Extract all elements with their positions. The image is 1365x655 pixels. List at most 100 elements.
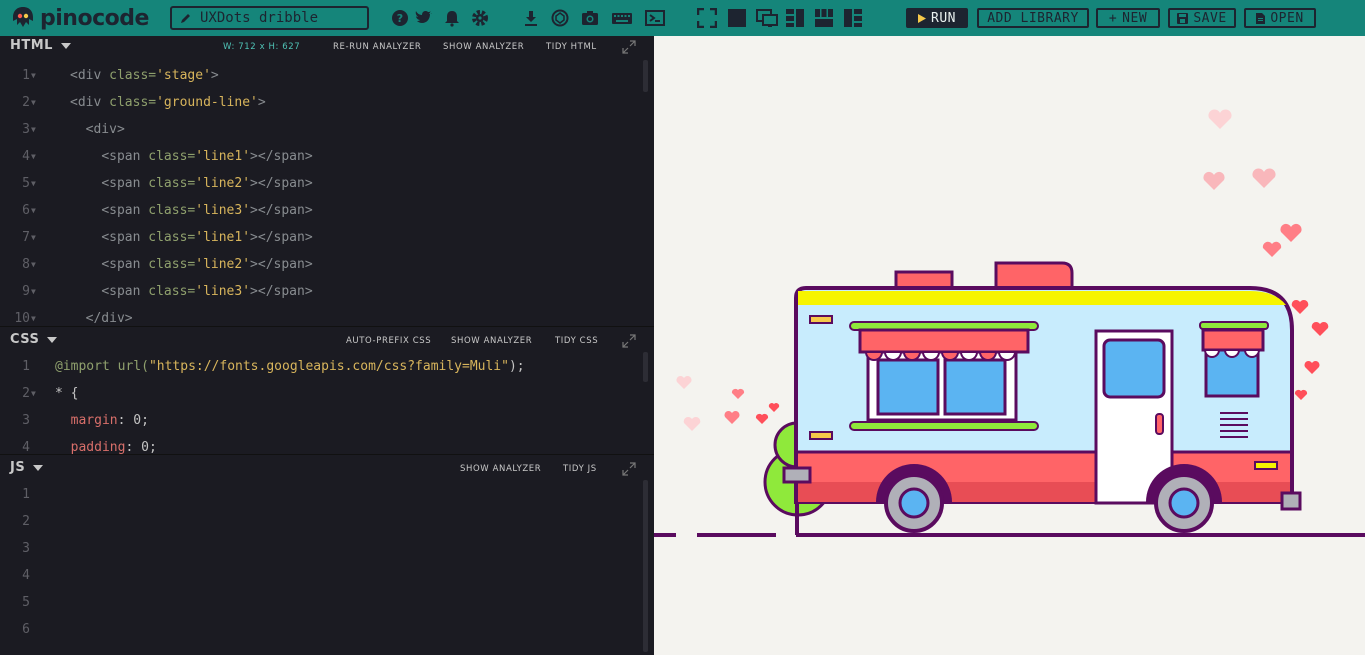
terminal-icon[interactable]: [645, 9, 665, 27]
html-attribute: class=: [109, 68, 157, 83]
layout-grid-icon[interactable]: [814, 9, 834, 27]
js-show-analyzer-button[interactable]: SHOW ANALYZER: [460, 464, 541, 474]
run-button[interactable]: RUN: [906, 8, 968, 28]
html-tag: <span: [101, 176, 149, 191]
add-library-button[interactable]: ADD LIBRARY: [977, 8, 1089, 28]
js-editor[interactable]: 1 2 3 4 5 6: [0, 480, 654, 655]
fold-icon: ▼: [31, 287, 36, 296]
keyboard-icon[interactable]: [611, 9, 633, 27]
css-property: padding: [55, 440, 126, 454]
code-line: 8 ▼ <span class='line2'></span>: [0, 251, 640, 278]
tidy-css-button[interactable]: TIDY CSS: [555, 336, 598, 346]
line-number: 1: [22, 487, 30, 502]
html-tag: <span: [101, 149, 149, 164]
camera-icon[interactable]: [581, 9, 599, 27]
fullscreen-icon[interactable]: [697, 8, 717, 28]
html-editor[interactable]: 1 ▼ <div class='stage'> 2 ▼ <div class='groun…: [0, 58, 654, 326]
pinocode-logo-icon: [13, 7, 33, 27]
css-property: margin: [55, 413, 118, 428]
line-number: 4: [22, 149, 30, 164]
panel-divider[interactable]: [0, 326, 654, 327]
line-number: 2: [22, 514, 30, 529]
html-panel-header: HTML W: 712 x H: 627 RE-RUN ANALYZER SHO…: [0, 36, 654, 58]
code-text: * {: [55, 380, 78, 407]
html-attribute-value: 'line2': [195, 257, 251, 272]
expand-icon[interactable]: [622, 334, 636, 348]
html-attribute: class=: [148, 257, 196, 272]
tidy-html-button[interactable]: TIDY HTML: [546, 42, 597, 52]
line-number: 5: [22, 595, 30, 610]
logo[interactable]: pinocode: [10, 4, 149, 32]
rerun-analyzer-button[interactable]: RE-RUN ANALYZER: [333, 42, 421, 52]
css-editor[interactable]: 1 @import url("https://fonts.googleapis.c…: [0, 352, 654, 454]
html-tag: ></span>: [250, 230, 313, 245]
css-show-analyzer-button[interactable]: SHOW ANALYZER: [451, 336, 532, 346]
html-attribute-value: 'line3': [195, 203, 251, 218]
expand-icon[interactable]: [622, 462, 636, 476]
css-punctuation: :: [125, 440, 142, 454]
html-scrollbar[interactable]: [643, 60, 648, 92]
layout-left-icon[interactable]: [785, 9, 805, 27]
css-scrollbar[interactable]: [643, 352, 648, 382]
code-text: <div class='stage'>: [70, 62, 219, 89]
autoprefix-css-button[interactable]: AUTO-PREFIX CSS: [346, 336, 431, 346]
line-number: 2: [22, 386, 30, 401]
code-line: 2 ▼ <div class='ground-line'>: [0, 89, 640, 116]
download-icon[interactable]: [522, 9, 540, 27]
open-button[interactable]: OPEN: [1244, 8, 1316, 28]
js-scrollbar[interactable]: [643, 480, 648, 652]
save-button[interactable]: SAVE: [1168, 8, 1236, 28]
code-line: 1 ▼ <div class='stage'>: [0, 62, 640, 89]
new-button[interactable]: + NEW: [1096, 8, 1160, 28]
html-attribute: class=: [148, 149, 196, 164]
layout-right-icon[interactable]: [843, 9, 863, 27]
code-line: 4: [0, 562, 640, 589]
fold-icon: ▼: [31, 179, 36, 188]
fold-icon: ▼: [31, 71, 36, 80]
css-at-rule: @import: [55, 359, 118, 374]
js-panel-title[interactable]: JS: [10, 460, 44, 475]
help-icon[interactable]: ?: [391, 9, 409, 27]
html-attribute-value: 'line2': [195, 176, 251, 191]
layout-preview-icon[interactable]: [756, 9, 778, 27]
code-line: 7 ▼ <span class='line1'></span>: [0, 224, 640, 251]
expand-icon[interactable]: [622, 40, 636, 54]
css-panel-title[interactable]: CSS: [10, 332, 58, 347]
fold-icon: ▼: [31, 125, 36, 134]
line-number: 8: [22, 257, 30, 272]
code-text: margin: 0;: [55, 407, 149, 434]
html-tag: <span: [101, 257, 149, 272]
html-attribute: class=: [148, 284, 196, 299]
preview-pane[interactable]: [654, 36, 1365, 655]
top-toolbar: pinocode UXDots dribble ? RUN ADD LIBRAR…: [0, 0, 1365, 36]
twitter-icon[interactable]: [415, 9, 433, 27]
html-tag: ></span>: [250, 149, 313, 164]
tidy-js-button[interactable]: TIDY JS: [563, 464, 597, 474]
code-text: <div>: [70, 116, 125, 143]
html-show-analyzer-button[interactable]: SHOW ANALYZER: [443, 42, 524, 52]
css-punctuation: ;: [141, 413, 149, 428]
html-tag: ></span>: [250, 176, 313, 191]
html-panel-title[interactable]: HTML: [10, 38, 71, 53]
bell-icon[interactable]: [443, 9, 461, 27]
code-line: 2: [0, 508, 640, 535]
pencil-icon: [181, 14, 190, 23]
js-panel-header: JS SHOW ANALYZER TIDY JS: [0, 458, 654, 480]
code-text: padding: 0;: [55, 434, 157, 454]
html-attribute-value: 'line3': [195, 284, 251, 299]
panel-divider[interactable]: [0, 454, 654, 455]
gear-icon[interactable]: [471, 9, 489, 27]
project-title-field[interactable]: UXDots dribble: [170, 6, 369, 30]
line-number: 6: [22, 203, 30, 218]
codepen-icon[interactable]: [551, 9, 569, 27]
html-tag: >: [210, 68, 219, 83]
plus-icon: +: [1108, 10, 1118, 26]
chevron-down-icon: [60, 42, 71, 49]
layout-single-icon[interactable]: [727, 9, 747, 27]
line-number: 7: [22, 230, 30, 245]
html-tag: <span: [101, 203, 149, 218]
code-line: 3 ▼ <div>: [0, 116, 640, 143]
